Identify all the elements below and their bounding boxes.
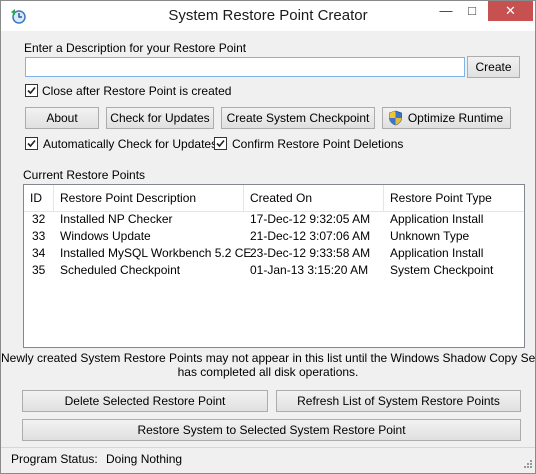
- cell-id: 34: [32, 246, 46, 260]
- resize-grip-icon[interactable]: [523, 458, 533, 472]
- notice-line-1: Newly created System Restore Points may …: [1, 351, 536, 365]
- status-label: Program Status:: [11, 452, 98, 466]
- table-row[interactable]: 34 Installed MySQL Workbench 5.2 CE 23-D…: [24, 245, 524, 262]
- delete-restore-point-button[interactable]: Delete Selected Restore Point: [22, 390, 268, 412]
- maximize-button[interactable]: □: [459, 1, 485, 21]
- table-row[interactable]: 35 Scheduled Checkpoint 01-Jan-13 3:15:2…: [24, 262, 524, 279]
- column-header-type[interactable]: Restore Point Type: [384, 185, 524, 211]
- restore-system-button[interactable]: Restore System to Selected System Restor…: [22, 419, 521, 441]
- auto-check-updates-checkbox[interactable]: [25, 137, 38, 150]
- column-header-created-on[interactable]: Created On: [244, 185, 384, 211]
- title-bar[interactable]: System Restore Point Creator — □ ✕: [1, 1, 535, 31]
- auto-check-updates-label: Automatically Check for Updates: [43, 137, 218, 151]
- cell-created-on: 17-Dec-12 9:32:05 AM: [250, 212, 371, 226]
- cell-description: Installed NP Checker: [60, 212, 173, 226]
- create-system-checkpoint-button[interactable]: Create System Checkpoint: [221, 107, 375, 129]
- table-row[interactable]: 32 Installed NP Checker 17-Dec-12 9:32:0…: [24, 211, 524, 228]
- cell-description: Scheduled Checkpoint: [60, 263, 181, 277]
- table-row[interactable]: 33 Windows Update 21-Dec-12 3:07:06 AM U…: [24, 228, 524, 245]
- minimize-button[interactable]: —: [433, 1, 459, 21]
- column-header-id[interactable]: ID: [24, 185, 54, 211]
- status-value: Doing Nothing: [106, 452, 183, 466]
- restore-points-label: Current Restore Points: [23, 168, 146, 182]
- optimize-runtime-button[interactable]: Optimize Runtime: [382, 107, 511, 129]
- cell-type: Application Install: [390, 246, 484, 260]
- cell-id: 35: [32, 263, 46, 277]
- check-for-updates-button[interactable]: Check for Updates: [106, 107, 214, 129]
- restore-points-list[interactable]: ID Restore Point Description Created On …: [23, 184, 525, 348]
- cell-type: Application Install: [390, 212, 484, 226]
- cell-description: Windows Update: [60, 229, 151, 243]
- cell-id: 33: [32, 229, 46, 243]
- status-bar: Program Status: Doing Nothing: [1, 447, 535, 474]
- cell-created-on: 21-Dec-12 3:07:06 AM: [250, 229, 371, 243]
- description-input[interactable]: [25, 57, 465, 77]
- cell-description: Installed MySQL Workbench 5.2 CE: [60, 246, 252, 260]
- description-label: Enter a Description for your Restore Poi…: [24, 41, 247, 55]
- list-header: ID Restore Point Description Created On …: [24, 185, 524, 212]
- close-after-checkbox[interactable]: [25, 84, 38, 97]
- about-button[interactable]: About: [25, 107, 99, 129]
- uac-shield-icon: [388, 110, 403, 132]
- cell-type: Unknown Type: [390, 229, 470, 243]
- close-button[interactable]: ✕: [488, 1, 533, 21]
- column-header-description[interactable]: Restore Point Description: [54, 185, 244, 211]
- confirm-deletions-label: Confirm Restore Point Deletions: [232, 137, 404, 151]
- notice-line-2: has completed all disk operations.: [177, 365, 359, 379]
- optimize-runtime-label: Optimize Runtime: [407, 111, 504, 125]
- close-after-label: Close after Restore Point is created: [42, 84, 232, 98]
- app-window: System Restore Point Creator — □ ✕ Enter…: [0, 0, 536, 474]
- cell-type: System Checkpoint: [390, 263, 494, 277]
- confirm-deletions-checkbox[interactable]: [214, 137, 227, 150]
- refresh-restore-points-button[interactable]: Refresh List of System Restore Points: [276, 390, 521, 412]
- cell-created-on: 01-Jan-13 3:15:20 AM: [250, 263, 369, 277]
- create-button[interactable]: Create: [467, 56, 520, 78]
- cell-created-on: 23-Dec-12 9:33:58 AM: [250, 246, 371, 260]
- cell-id: 32: [32, 212, 46, 226]
